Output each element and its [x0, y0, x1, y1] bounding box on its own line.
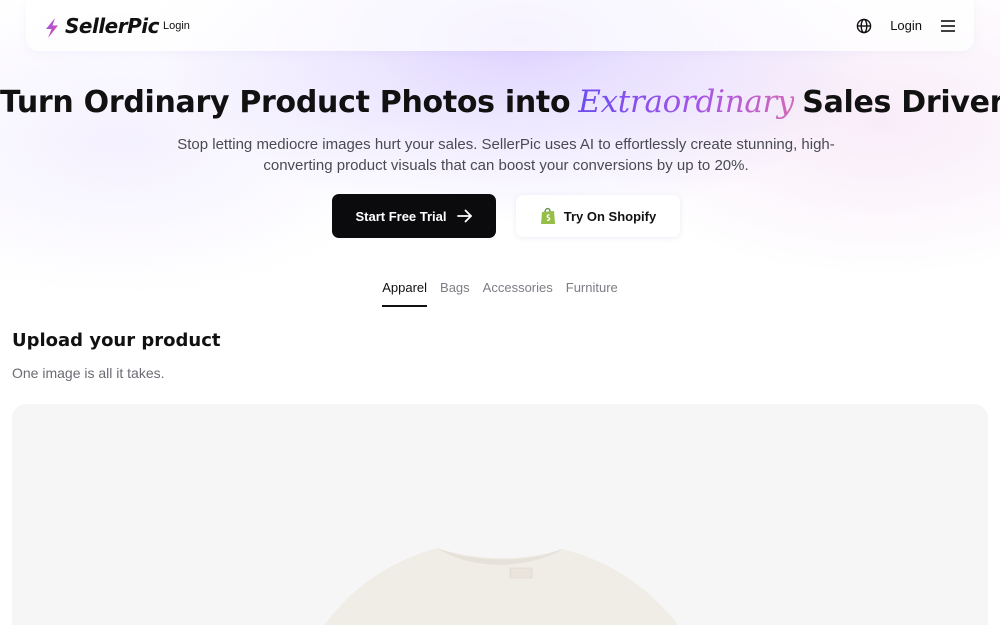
tab-accessories[interactable]: Accessories — [483, 280, 553, 307]
brand-name: SellerPic — [65, 13, 159, 38]
upload-preview-panel[interactable] — [12, 404, 988, 625]
globe-icon[interactable] — [856, 18, 872, 34]
shopify-bag-icon — [540, 207, 555, 224]
brand[interactable]: SellerPic Login — [44, 14, 190, 38]
arrow-right-icon — [456, 209, 472, 223]
top-navbar: SellerPic Login Login — [26, 0, 974, 51]
start-free-trial-label: Start Free Trial — [355, 208, 447, 224]
hero-title: Turn Ordinary Product Photos into Extraor… — [0, 84, 1000, 120]
try-on-shopify-label: Try On Shopify — [563, 208, 657, 224]
lightning-logo-icon — [46, 17, 58, 38]
tab-apparel[interactable]: Apparel — [382, 280, 427, 307]
navbar-actions: Login — [856, 18, 956, 34]
try-on-shopify-button[interactable]: Try On Shopify — [516, 195, 680, 237]
sweater-product-image — [324, 548, 679, 625]
hero-subtitle: Stop letting mediocre images hurt your s… — [177, 136, 835, 174]
brand-login-link[interactable]: Login — [163, 20, 190, 32]
hero-title-end: Sales Drivers — [802, 85, 1000, 120]
hero-title-start: Turn Ordinary Product Photos into — [0, 85, 571, 120]
upload-section-title: Upload your product — [12, 330, 221, 351]
hero-title-accent: Extraordinary — [578, 84, 795, 120]
tab-furniture[interactable]: Furniture — [566, 280, 618, 307]
login-link[interactable]: Login — [890, 18, 922, 33]
tab-bags[interactable]: Bags — [440, 280, 470, 307]
upload-section-subtitle: One image is all it takes. — [12, 365, 165, 381]
hamburger-menu-icon[interactable] — [940, 19, 956, 33]
start-free-trial-button[interactable]: Start Free Trial — [332, 194, 496, 238]
category-tabs: Apparel Bags Accessories Furniture — [0, 280, 1000, 307]
